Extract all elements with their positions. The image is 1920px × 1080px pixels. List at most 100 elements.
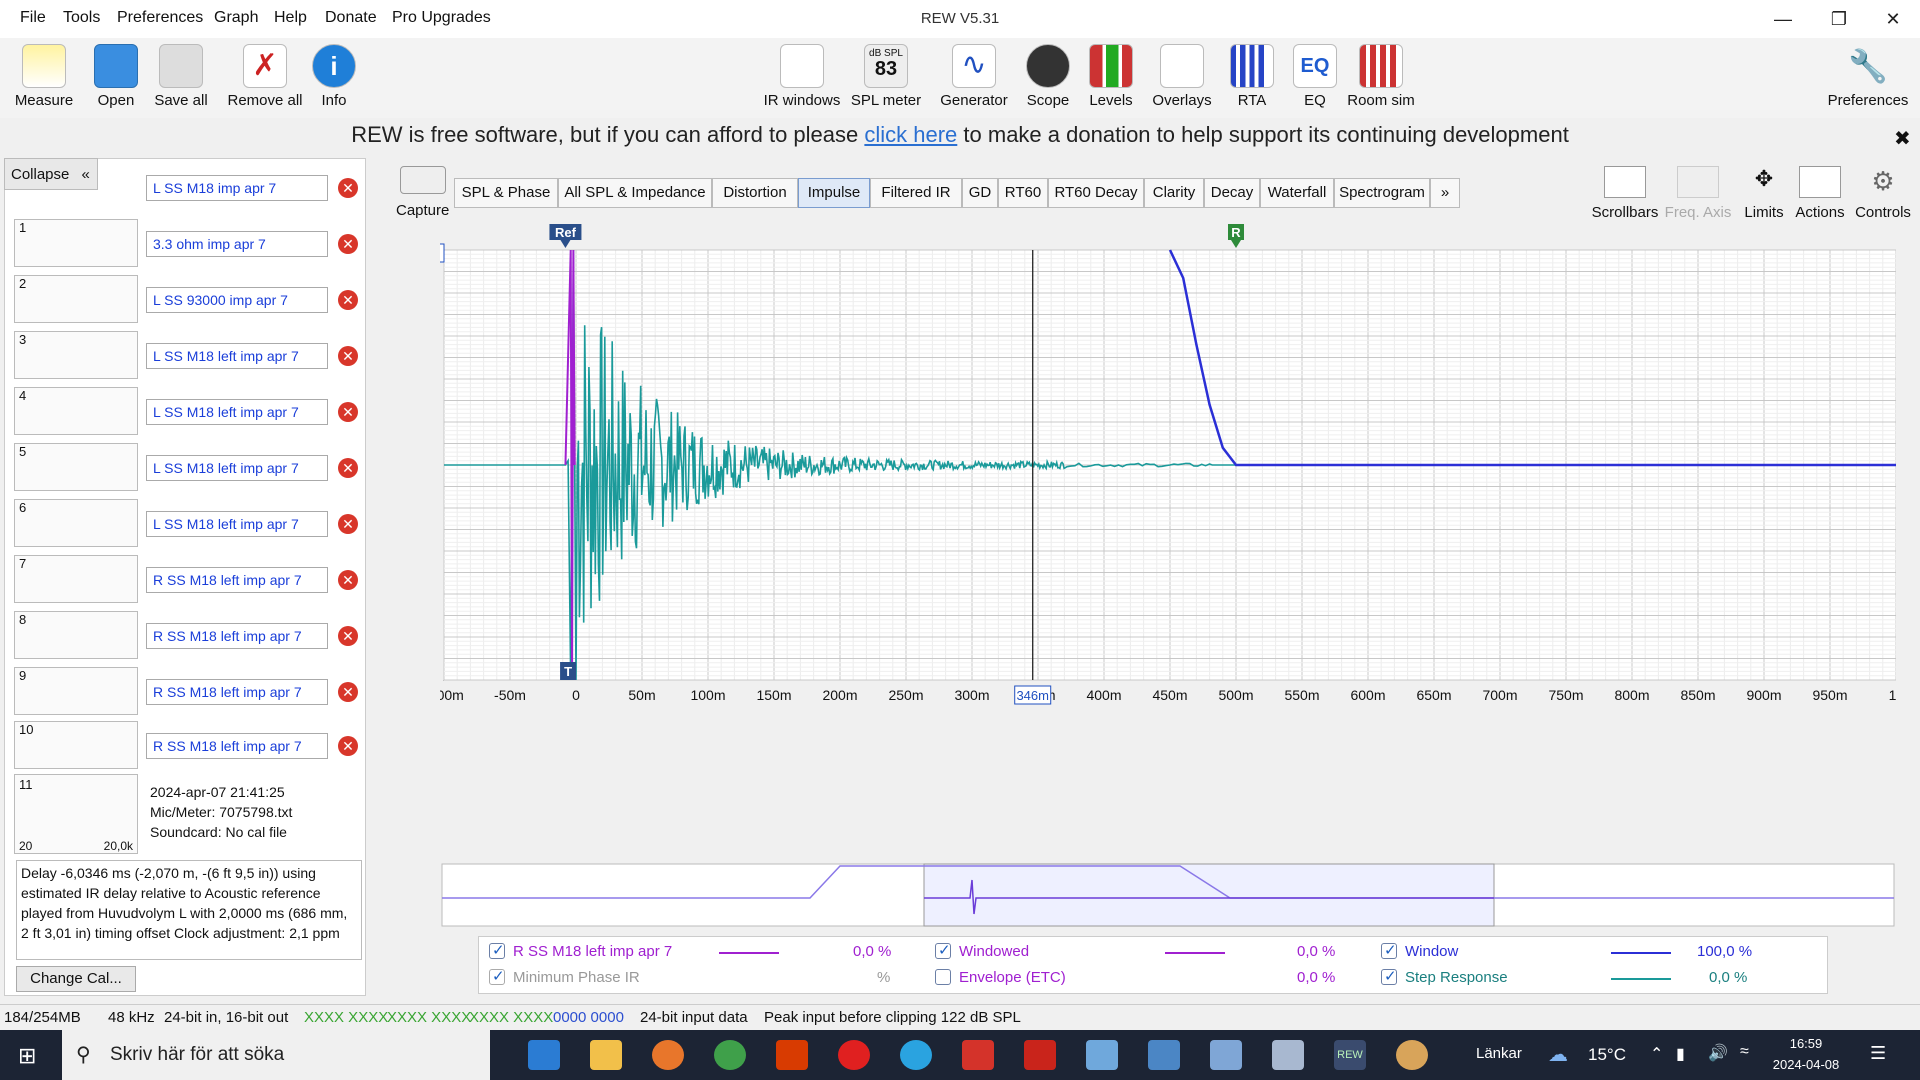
minimize-button[interactable]: — xyxy=(1756,0,1810,38)
paint-icon[interactable] xyxy=(1396,1040,1428,1070)
delete-icon[interactable]: ✕ xyxy=(338,178,358,198)
measurement-thumbnail[interactable]: 10 xyxy=(14,721,138,769)
menu-help[interactable]: Help xyxy=(274,9,307,27)
list-item[interactable]: 4 L SS M18 left imp apr 7 ✕ xyxy=(8,385,368,437)
measurement-thumbnail[interactable]: 1 xyxy=(14,219,138,267)
list-item[interactable]: 6 L SS M18 left imp apr 7 ✕ xyxy=(8,497,368,549)
opera-icon[interactable] xyxy=(838,1040,870,1070)
measurement-name[interactable]: R SS M18 left imp apr 7 xyxy=(146,733,328,759)
menu-tools[interactable]: Tools xyxy=(63,9,100,27)
info-button[interactable]: i Info xyxy=(294,44,374,109)
tab-waterfall[interactable]: Waterfall xyxy=(1260,178,1334,208)
selected-thumbnail[interactable]: 11 20 20,0k xyxy=(14,774,138,854)
office-icon[interactable] xyxy=(776,1040,808,1070)
acrobat-icon[interactable] xyxy=(1024,1040,1056,1070)
measurement-thumbnail[interactable]: 3 xyxy=(14,331,138,379)
measure-button[interactable]: Measure xyxy=(4,44,84,109)
taskbar-search[interactable]: ⚲ Skriv här för att söka xyxy=(62,1030,490,1080)
app-window-icon[interactable] xyxy=(1272,1040,1304,1070)
legend-checkbox[interactable] xyxy=(1381,967,1397,985)
actions-button[interactable]: Actions xyxy=(1786,166,1854,221)
legend-checkbox[interactable] xyxy=(935,941,951,959)
controls-button[interactable]: ⚙ Controls xyxy=(1848,166,1918,221)
measurement-name[interactable]: L SS M18 imp apr 7 xyxy=(146,175,328,201)
legend-checkbox[interactable] xyxy=(935,969,951,985)
firefox-icon[interactable] xyxy=(652,1040,684,1070)
tab-spectrogram[interactable]: Spectrogram xyxy=(1334,178,1430,208)
donate-link[interactable]: click here xyxy=(864,122,957,147)
weather-icon[interactable]: ☁ xyxy=(1548,1042,1568,1067)
measurement-name[interactable]: L SS M18 left imp apr 7 xyxy=(146,455,328,481)
delete-icon[interactable]: ✕ xyxy=(338,682,358,702)
measurement-name[interactable]: L SS M18 left imp apr 7 xyxy=(146,511,328,537)
close-banner-icon[interactable]: ✖ xyxy=(1894,126,1911,151)
delete-icon[interactable]: ✕ xyxy=(338,626,358,646)
tab-spl-phase[interactable]: SPL & Phase xyxy=(454,178,558,208)
measurement-thumbnail[interactable]: 5 xyxy=(14,443,138,491)
legend-checkbox[interactable] xyxy=(1381,941,1397,959)
list-item[interactable]: L SS M18 imp apr 7 ✕ xyxy=(8,161,368,213)
change-cal-button[interactable]: Change Cal... xyxy=(16,966,136,992)
measurement-thumbnail[interactable]: 8 xyxy=(14,611,138,659)
rew-taskbar-icon[interactable]: REW xyxy=(1334,1040,1366,1070)
clock-time[interactable]: 16:59 xyxy=(1776,1036,1836,1051)
tab-rt60-decay[interactable]: RT60 Decay xyxy=(1048,178,1144,208)
delete-icon[interactable]: ✕ xyxy=(338,514,358,534)
menu-graph[interactable]: Graph xyxy=(214,9,258,27)
tabs-more-button[interactable]: » xyxy=(1430,178,1460,208)
room-sim-button[interactable]: Room sim xyxy=(1341,44,1421,109)
save-all-button[interactable]: Save all xyxy=(141,44,221,109)
mail-app-icon[interactable] xyxy=(528,1040,560,1070)
measurement-name[interactable]: L SS M18 left imp apr 7 xyxy=(146,343,328,369)
list-item[interactable]: 2 L SS 93000 imp apr 7 ✕ xyxy=(8,273,368,325)
wifi-icon[interactable]: ≈ xyxy=(1740,1043,1749,1061)
delete-icon[interactable]: ✕ xyxy=(338,458,358,478)
overview-viewport[interactable] xyxy=(923,863,1495,927)
measurement-name[interactable]: R SS M18 left imp apr 7 xyxy=(146,567,328,593)
overview-strip[interactable] xyxy=(440,860,1896,930)
chrome-icon[interactable] xyxy=(714,1040,746,1070)
list-item[interactable]: 7 R SS M18 left imp apr 7 ✕ xyxy=(8,553,368,605)
notes-textarea[interactable]: Delay -6,0346 ms (-2,070 m, -(6 ft 9,5 i… xyxy=(16,860,362,960)
list-item[interactable]: 9 R SS M18 left imp apr 7 ✕ xyxy=(8,665,368,717)
delete-icon[interactable]: ✕ xyxy=(338,402,358,422)
scrollbars-button[interactable]: Scrollbars xyxy=(1590,166,1660,221)
preferences-button[interactable]: 🔧 Preferences xyxy=(1820,44,1916,109)
clock-date[interactable]: 2024-04-08 xyxy=(1766,1057,1846,1072)
notifications-icon[interactable]: ☰ xyxy=(1870,1043,1886,1064)
measurement-name[interactable]: 3.3 ohm imp apr 7 xyxy=(146,231,328,257)
tab-impulse[interactable]: Impulse xyxy=(798,178,870,208)
delete-icon[interactable]: ✕ xyxy=(338,290,358,310)
spl-meter-button[interactable]: dB SPL 83 SPL meter xyxy=(846,44,926,109)
weather-temp[interactable]: 15°C xyxy=(1588,1045,1626,1065)
freq-axis-button[interactable]: Freq. Axis xyxy=(1662,166,1734,221)
measurement-thumbnail[interactable]: 6 xyxy=(14,499,138,547)
telegram-icon[interactable] xyxy=(900,1040,932,1070)
app-window-icon[interactable] xyxy=(1210,1040,1242,1070)
measurement-name[interactable]: R SS M18 left imp apr 7 xyxy=(146,623,328,649)
tab-filtered-ir[interactable]: Filtered IR xyxy=(870,178,962,208)
menu-donate[interactable]: Donate xyxy=(325,9,377,27)
measurement-name[interactable]: L SS M18 left imp apr 7 xyxy=(146,399,328,425)
maximize-button[interactable]: ❐ xyxy=(1812,0,1866,38)
ir-windows-button[interactable]: IR windows xyxy=(762,44,842,109)
file-explorer-icon[interactable] xyxy=(590,1040,622,1070)
battery-icon[interactable]: ▮ xyxy=(1676,1044,1685,1064)
app-icon[interactable] xyxy=(1086,1040,1118,1070)
menu-pro-upgrades[interactable]: Pro Upgrades xyxy=(392,9,491,27)
camera-icon[interactable] xyxy=(400,166,446,194)
tab-clarity[interactable]: Clarity xyxy=(1144,178,1204,208)
calculator-icon[interactable] xyxy=(1148,1040,1180,1070)
menu-preferences[interactable]: Preferences xyxy=(117,9,203,27)
list-item[interactable]: 3 L SS M18 left imp apr 7 ✕ xyxy=(8,329,368,381)
levels-button[interactable]: Levels xyxy=(1071,44,1151,109)
impulse-graph[interactable]: 9876543210-1-2-3-4-5-6-7-8-9%-100m-50m05… xyxy=(440,222,1896,852)
list-item[interactable]: 8 R SS M18 left imp apr 7 ✕ xyxy=(8,609,368,661)
list-item[interactable]: 1 3.3 ohm imp apr 7 ✕ xyxy=(8,217,368,269)
tab-gd[interactable]: GD xyxy=(962,178,998,208)
measurement-thumbnail[interactable]: 9 xyxy=(14,667,138,715)
generator-button[interactable]: ∿ Generator xyxy=(934,44,1014,109)
measurement-thumbnail[interactable]: 4 xyxy=(14,387,138,435)
menu-file[interactable]: File xyxy=(20,9,46,27)
delete-icon[interactable]: ✕ xyxy=(338,570,358,590)
